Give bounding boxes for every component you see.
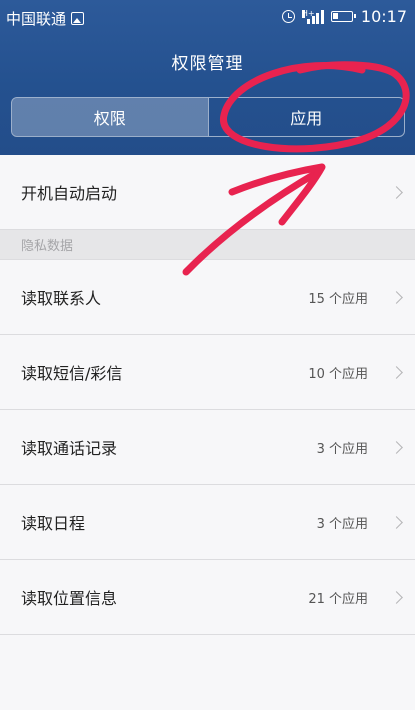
tab-permissions[interactable]: 权限 [12, 98, 208, 136]
chevron-right-icon [390, 590, 403, 604]
list-item-autostart[interactable]: 开机自动启动 [0, 155, 415, 230]
app-header: 中国联通 H+ 10:17 权限管理 权限 应用 [0, 0, 415, 155]
section-title: 隐私数据 [21, 239, 74, 254]
chevron-right-icon [390, 440, 403, 454]
section-header-privacy: 隐私数据 [0, 230, 415, 260]
alarm-icon [281, 10, 295, 23]
list-item-label: 读取日程 [21, 514, 86, 533]
app-count: 21 个应用 [308, 591, 368, 607]
carrier-group: 中国联通 [6, 8, 85, 29]
list-item-read-call-log[interactable]: 读取通话记录 3 个应用 [0, 410, 415, 485]
list-item-label: 读取联系人 [21, 289, 102, 308]
chevron-right-icon [390, 290, 403, 304]
app-count: 3 个应用 [316, 516, 368, 532]
page-title: 权限管理 [171, 54, 244, 74]
status-indicators: H+ 10:17 [281, 7, 407, 26]
status-bar: 中国联通 H+ 10:17 [0, 0, 415, 34]
list-item-label: 读取短信/彩信 [21, 364, 123, 383]
permission-list: 开机自动启动 隐私数据 读取联系人 15 个应用 读取短信/彩信 10 个应用 … [0, 155, 415, 710]
battery-icon [330, 11, 356, 22]
signal-strength-icon: H+ [301, 8, 324, 24]
tab-segment-control: 权限 应用 [11, 97, 405, 137]
list-item-label: 读取位置信息 [21, 589, 118, 608]
tab-permissions-label: 权限 [93, 109, 126, 128]
chevron-right-icon [390, 185, 403, 199]
app-count: 15 个应用 [308, 291, 368, 307]
image-notification-icon [71, 12, 85, 25]
network-type-label: H+ [301, 8, 315, 18]
tab-apps[interactable]: 应用 [207, 98, 405, 136]
list-item-label: 读取通话记录 [21, 439, 118, 458]
list-item-partial[interactable] [0, 635, 415, 710]
chevron-right-icon [390, 365, 403, 379]
app-count: 3 个应用 [316, 441, 368, 457]
carrier-name: 中国联通 [6, 10, 67, 28]
list-item-read-sms[interactable]: 读取短信/彩信 10 个应用 [0, 335, 415, 410]
chevron-right-icon [390, 515, 403, 529]
app-count: 10 个应用 [308, 366, 368, 382]
tab-apps-label: 应用 [290, 109, 323, 128]
list-item-read-contacts[interactable]: 读取联系人 15 个应用 [0, 260, 415, 335]
clock: 10:17 [360, 7, 407, 26]
list-item-label: 开机自动启动 [21, 184, 118, 203]
list-item-read-calendar[interactable]: 读取日程 3 个应用 [0, 485, 415, 560]
list-item-read-location[interactable]: 读取位置信息 21 个应用 [0, 560, 415, 635]
